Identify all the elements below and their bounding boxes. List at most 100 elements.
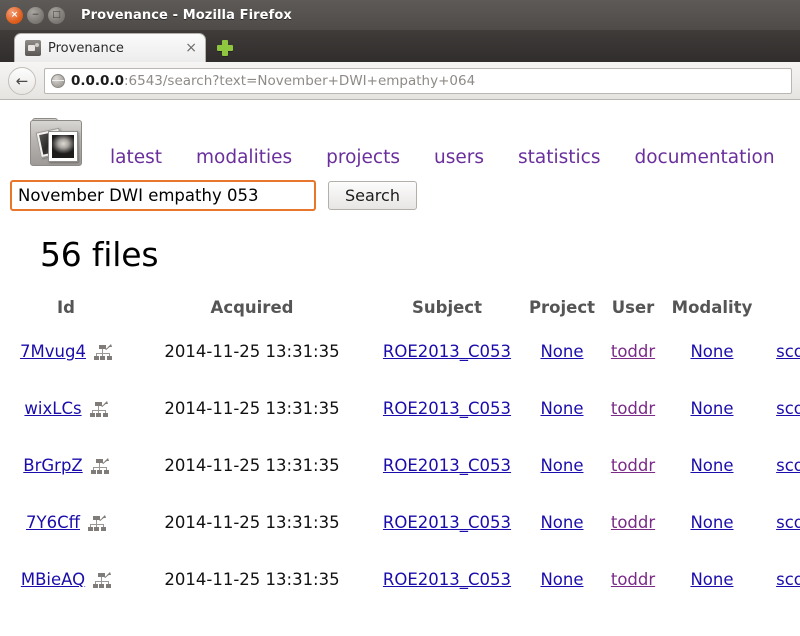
cell-user: toddr bbox=[602, 551, 664, 608]
cell-acquired-text: 2014-11-25 13:31:35 bbox=[164, 570, 340, 589]
cell-acquired-text: 2014-11-25 13:31:35 bbox=[164, 399, 340, 418]
cell-project-link[interactable]: None bbox=[540, 342, 583, 361]
table-row: MBieAQ 2014-11-25 13:31:35 ROE2013_C053 Non… bbox=[0, 551, 800, 608]
close-icon: × bbox=[10, 9, 19, 20]
cell-project-link[interactable]: None bbox=[540, 456, 583, 475]
cell-project-link[interactable]: None bbox=[540, 570, 583, 589]
window-maximize-button[interactable]: □ bbox=[48, 6, 65, 24]
nav-link-documentation[interactable]: documentation bbox=[634, 147, 774, 168]
file-id-link[interactable]: wixLCs bbox=[24, 399, 81, 418]
file-id-link[interactable]: 7Mvug4 bbox=[20, 342, 86, 361]
graph-icon-part bbox=[95, 412, 101, 417]
cell-id: wixLCs bbox=[0, 380, 132, 437]
id-cell-content: 7Y6Cff bbox=[26, 513, 106, 532]
tab-close-icon[interactable]: × bbox=[185, 41, 197, 55]
cell-acquired-text: 2014-11-25 13:31:35 bbox=[164, 342, 340, 361]
cell-acquired-text: 2014-11-25 13:31:35 bbox=[164, 513, 340, 532]
nav-link-users[interactable]: users bbox=[434, 147, 484, 168]
cell-subject-link[interactable]: ROE2013_C053 bbox=[383, 513, 511, 532]
site-navigation: latest modalities projects users statist… bbox=[110, 147, 775, 168]
cell-id: 7Y6Cff bbox=[0, 494, 132, 551]
tab-provenance[interactable]: Provenance × bbox=[14, 33, 206, 62]
url-bar[interactable]: 0.0.0.0 :6543/search?text=November+DWI+e… bbox=[44, 67, 792, 94]
window-close-button[interactable]: × bbox=[6, 6, 23, 24]
cell-acquired: 2014-11-25 13:31:35 bbox=[132, 380, 372, 437]
cell-modality-link[interactable]: None bbox=[690, 342, 733, 361]
cell-subject-link[interactable]: ROE2013_C053 bbox=[383, 570, 511, 589]
cell-extra: sco bbox=[760, 551, 800, 608]
cell-user-link[interactable]: toddr bbox=[611, 342, 655, 361]
graph-icon-part bbox=[93, 355, 99, 360]
id-cell-content: MBieAQ bbox=[21, 570, 112, 589]
search-button[interactable]: Search bbox=[328, 181, 417, 210]
cell-extra-link[interactable]: sco bbox=[776, 570, 800, 589]
column-header-extra bbox=[760, 298, 800, 323]
cell-user: toddr bbox=[602, 437, 664, 494]
window-titlebar: × − □ Provenance - Mozilla Firefox bbox=[0, 0, 800, 30]
nav-link-latest[interactable]: latest bbox=[110, 147, 162, 168]
cell-user-link[interactable]: toddr bbox=[611, 513, 655, 532]
cell-acquired: 2014-11-25 13:31:35 bbox=[132, 494, 372, 551]
cell-extra-link[interactable]: sco bbox=[776, 342, 800, 361]
nav-link-modalities[interactable]: modalities bbox=[196, 147, 292, 168]
graph-icon-part bbox=[103, 469, 109, 474]
cell-project: None bbox=[522, 380, 602, 437]
window-title: Provenance - Mozilla Firefox bbox=[81, 7, 292, 23]
provenance-graph-icon[interactable] bbox=[89, 400, 108, 417]
cell-extra: sco bbox=[760, 323, 800, 380]
cell-extra-link[interactable]: sco bbox=[776, 513, 800, 532]
cell-modality: None bbox=[664, 494, 760, 551]
cell-project-link[interactable]: None bbox=[540, 513, 583, 532]
cell-user-link[interactable]: toddr bbox=[611, 570, 655, 589]
provenance-graph-icon[interactable] bbox=[93, 571, 112, 588]
cell-id: BrGrpZ bbox=[0, 437, 132, 494]
file-id-link[interactable]: MBieAQ bbox=[21, 570, 85, 589]
table-row: wixLCs 2014-11-25 13:31:35 ROE2013_C053 Non… bbox=[0, 380, 800, 437]
nav-link-projects[interactable]: projects bbox=[326, 147, 400, 168]
table-row: 7Mvug4 2014-11-25 13:31:35 ROE2013_C053 Non… bbox=[0, 323, 800, 380]
cell-modality: None bbox=[664, 323, 760, 380]
graph-icon-part bbox=[90, 469, 96, 474]
graph-icon-part bbox=[102, 412, 108, 417]
cell-extra-link[interactable]: sco bbox=[776, 456, 800, 475]
cell-subject: ROE2013_C053 bbox=[372, 380, 522, 437]
cell-acquired-text: 2014-11-25 13:31:35 bbox=[164, 456, 340, 475]
window-minimize-button[interactable]: − bbox=[27, 6, 44, 24]
browser-toolbar: ← 0.0.0.0 :6543/search?text=November+DWI… bbox=[0, 62, 800, 100]
url-path: :6543/search?text=November+DWI+empathy+0… bbox=[123, 72, 476, 89]
cell-modality-link[interactable]: None bbox=[690, 513, 733, 532]
provenance-graph-icon[interactable] bbox=[87, 514, 106, 531]
provenance-folder-logo-icon[interactable] bbox=[24, 118, 88, 172]
graph-icon-part bbox=[100, 526, 106, 531]
cell-modality: None bbox=[664, 380, 760, 437]
cell-modality-link[interactable]: None bbox=[690, 399, 733, 418]
cell-id: 7Mvug4 bbox=[0, 323, 132, 380]
graph-icon-part bbox=[96, 469, 102, 474]
cell-modality-link[interactable]: None bbox=[690, 456, 733, 475]
cell-subject-link[interactable]: ROE2013_C053 bbox=[383, 342, 511, 361]
cell-project-link[interactable]: None bbox=[540, 399, 583, 418]
cell-extra-link[interactable]: sco bbox=[776, 399, 800, 418]
graph-icon-part bbox=[87, 526, 93, 531]
minimize-icon: − bbox=[31, 9, 40, 20]
file-id-link[interactable]: 7Y6Cff bbox=[26, 513, 80, 532]
cell-subject-link[interactable]: ROE2013_C053 bbox=[383, 456, 511, 475]
back-button[interactable]: ← bbox=[8, 66, 36, 95]
cell-modality: None bbox=[664, 551, 760, 608]
file-id-link[interactable]: BrGrpZ bbox=[23, 456, 82, 475]
cell-user-link[interactable]: toddr bbox=[611, 399, 655, 418]
cell-project: None bbox=[522, 494, 602, 551]
provenance-graph-icon[interactable] bbox=[93, 343, 112, 360]
cell-subject-link[interactable]: ROE2013_C053 bbox=[383, 399, 511, 418]
search-input[interactable] bbox=[10, 180, 316, 211]
id-cell-content: 7Mvug4 bbox=[20, 342, 112, 361]
cell-user-link[interactable]: toddr bbox=[611, 456, 655, 475]
id-cell-content: BrGrpZ bbox=[23, 456, 109, 475]
provenance-graph-icon[interactable] bbox=[90, 457, 109, 474]
graph-icon-part bbox=[105, 343, 112, 351]
table-row: BrGrpZ 2014-11-25 13:31:35 ROE2013_C053 Non… bbox=[0, 437, 800, 494]
new-tab-button[interactable] bbox=[214, 37, 236, 59]
cell-modality-link[interactable]: None bbox=[690, 570, 733, 589]
results-table-body: 7Mvug4 2014-11-25 13:31:35 ROE2013_C053 Non… bbox=[0, 323, 800, 608]
nav-link-statistics[interactable]: statistics bbox=[518, 147, 600, 168]
